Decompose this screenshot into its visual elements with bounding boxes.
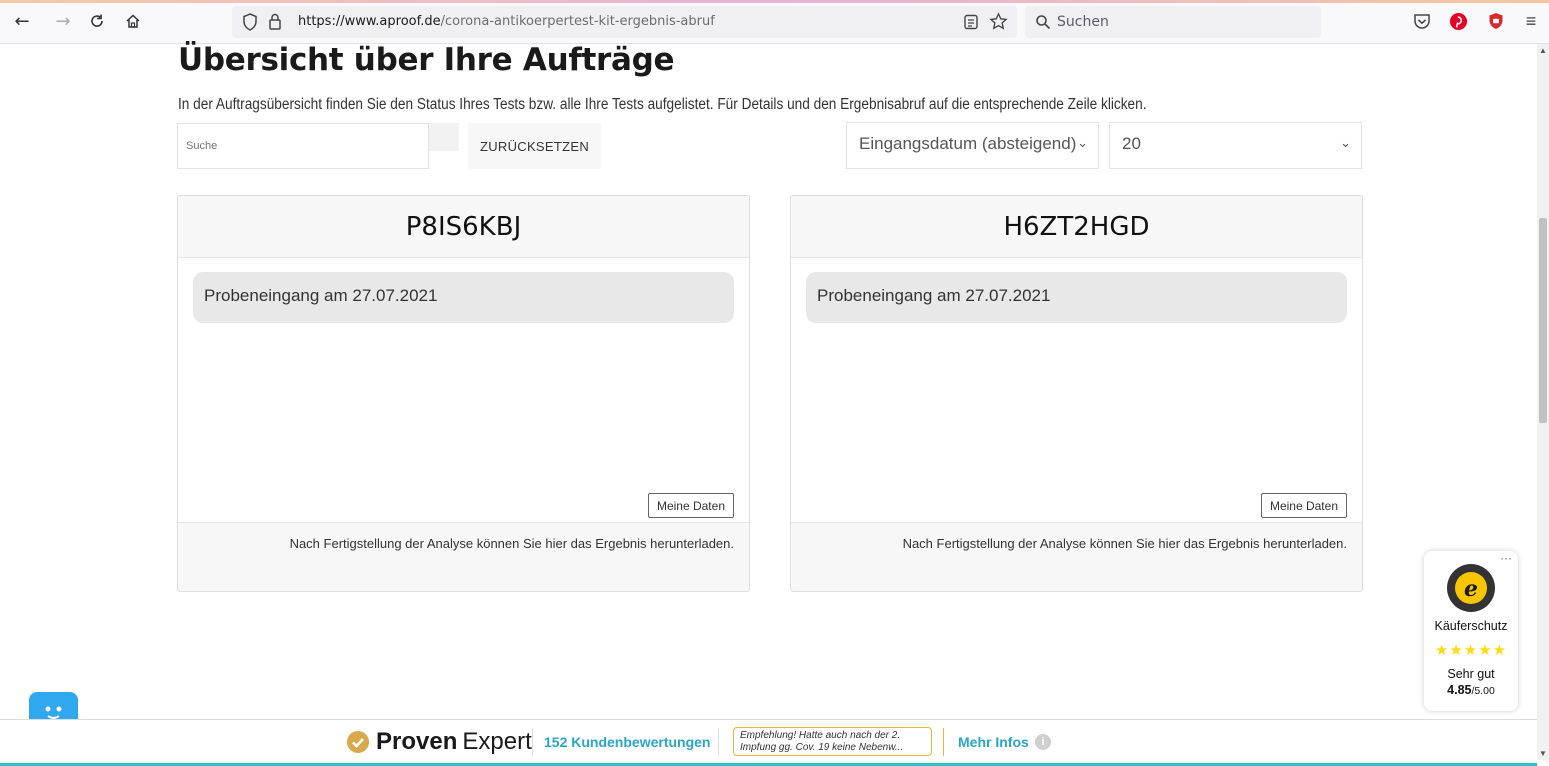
more-options-icon[interactable]: ··· [1500,551,1512,565]
result-download-note: Nach Fertigstellung der Analyse können S… [902,536,1347,551]
toolbar-accent [0,0,1549,3]
order-card[interactable]: H6ZT2HGD Probeneingang am 27.07.2021 Mei… [790,195,1363,592]
brand-name-bold: Proven [376,728,458,755]
brand-name-light: Expert [462,728,532,755]
lock-icon[interactable] [268,13,282,35]
proven-expert-bar[interactable]: Proven Expert 152 Kundenbewertungen Empf… [0,719,1537,766]
ublock-shield-icon[interactable] [1486,11,1506,31]
scrollbar-thumb[interactable] [1539,218,1547,423]
my-data-button[interactable]: Meine Daten [647,493,734,518]
divider [532,728,533,756]
trusted-shops-badge[interactable]: ··· e Käuferschutz ★★★★★ Sehr gut 4.85/5… [1424,551,1518,711]
chevron-down-icon: ⌄ [1340,135,1351,150]
reload-icon[interactable] [86,10,108,32]
address-bar[interactable]: https://www.aproof.de/corona-antikoerper… [232,6,1017,38]
sort-select[interactable]: Eingangsdatum (absteigend) ⌄ [846,122,1099,169]
card-footer: Nach Fertigstellung der Analyse können S… [178,522,749,591]
check-badge-icon [347,731,369,753]
buyer-protection-label: Käuferschutz [1434,619,1508,633]
review-count[interactable]: 152 Kundenbewertungen [544,734,710,750]
page-size-select-value: 20 [1122,134,1141,153]
scroll-up-icon[interactable]: ▲ [1539,46,1547,55]
page-intro: In der Auftragsübersicht finden Sie den … [178,96,1147,113]
pocket-icon[interactable] [1412,11,1432,31]
back-arrow-icon[interactable]: ← [11,10,33,32]
sort-select-value: Eingangsdatum (absteigend) [859,134,1077,153]
card-footer: Nach Fertigstellung der Analyse können S… [791,522,1362,591]
forward-arrow-icon[interactable]: → [52,10,74,32]
reader-view-icon[interactable] [963,14,979,35]
page-title: Übersicht über Ihre Aufträge [178,42,675,78]
divider [718,728,719,756]
browser-toolbar: ← → https://www.aproof.de/corona-antikoe… [0,0,1549,44]
info-icon[interactable]: i [1035,734,1051,750]
trusted-shops-seal-icon: e [1447,564,1495,612]
search-input-addon [429,123,459,151]
page-size-select[interactable]: 20 ⌄ [1109,122,1362,169]
pinterest-icon[interactable] [1448,11,1468,31]
url-text[interactable]: https://www.aproof.de/corona-antikoerper… [298,14,715,29]
proven-expert-logo[interactable]: Proven Expert [346,728,532,755]
order-code[interactable]: H6ZT2HGD [791,196,1362,258]
order-status: Probeneingang am 27.07.2021 [193,272,734,323]
rating-text: Sehr gut [1447,667,1495,681]
more-info-link[interactable]: Mehr Infos [958,734,1029,750]
rating-stars-icon: ★★★★★ [1434,642,1508,659]
scroll-down-icon[interactable]: ▼ [1539,749,1547,758]
magnifier-icon [1035,14,1051,35]
rating-score: 4.85/5.00 [1447,683,1495,697]
menu-icon[interactable]: ≡ [1521,11,1541,31]
chevron-down-icon: ⌄ [1077,135,1088,150]
my-data-button[interactable]: Meine Daten [1260,493,1347,518]
order-code[interactable]: P8IS6KBJ [178,196,749,258]
result-download-note: Nach Fertigstellung der Analyse können S… [289,536,734,551]
browser-search-placeholder: Suchen [1057,14,1109,30]
reset-button[interactable]: ZURÜCKSETZEN [468,123,601,169]
svg-text:e: e [1464,576,1478,602]
review-quote[interactable]: Empfehlung! Hatte auch nach der 2. Impfu… [733,727,932,756]
home-icon[interactable] [122,10,144,32]
bookmark-star-icon[interactable] [989,12,1008,36]
browser-search-bar[interactable]: Suchen [1025,6,1321,38]
shield-icon[interactable] [242,13,258,36]
order-search-input[interactable] [177,123,429,169]
order-card[interactable]: P8IS6KBJ Probeneingang am 27.07.2021 Mei… [177,195,750,592]
order-status: Probeneingang am 27.07.2021 [806,272,1347,323]
divider [943,728,944,756]
